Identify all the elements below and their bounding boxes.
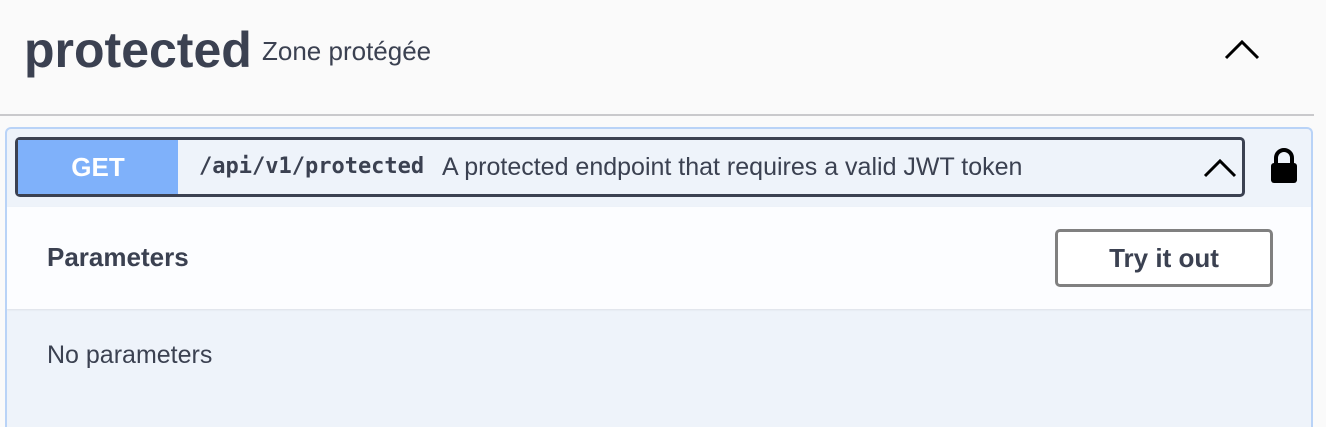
parameters-title: Parameters xyxy=(47,242,189,272)
http-method-badge: GET xyxy=(18,140,178,194)
parameters-header: Parameters Try it out xyxy=(7,207,1311,309)
try-it-out-button[interactable]: Try it out xyxy=(1055,229,1273,287)
tag-description: Zone protégée xyxy=(262,36,432,66)
chevron-up-icon[interactable] xyxy=(1201,150,1239,184)
tag-name: protected xyxy=(24,22,252,78)
operation-summary-text: A protected endpoint that requires a val… xyxy=(442,153,1023,181)
chevron-up-icon[interactable] xyxy=(1218,32,1266,68)
no-parameters-text: No parameters xyxy=(47,341,213,369)
operation-block: GET /api/v1/protected A protected endpoi… xyxy=(5,127,1313,427)
tag-section-header[interactable]: protected Zone protégée xyxy=(0,0,1314,116)
operation-path: /api/v1/protected xyxy=(199,154,425,179)
operation-summary[interactable]: GET /api/v1/protected A protected endpoi… xyxy=(15,137,1245,197)
lock-icon[interactable] xyxy=(1267,147,1301,187)
